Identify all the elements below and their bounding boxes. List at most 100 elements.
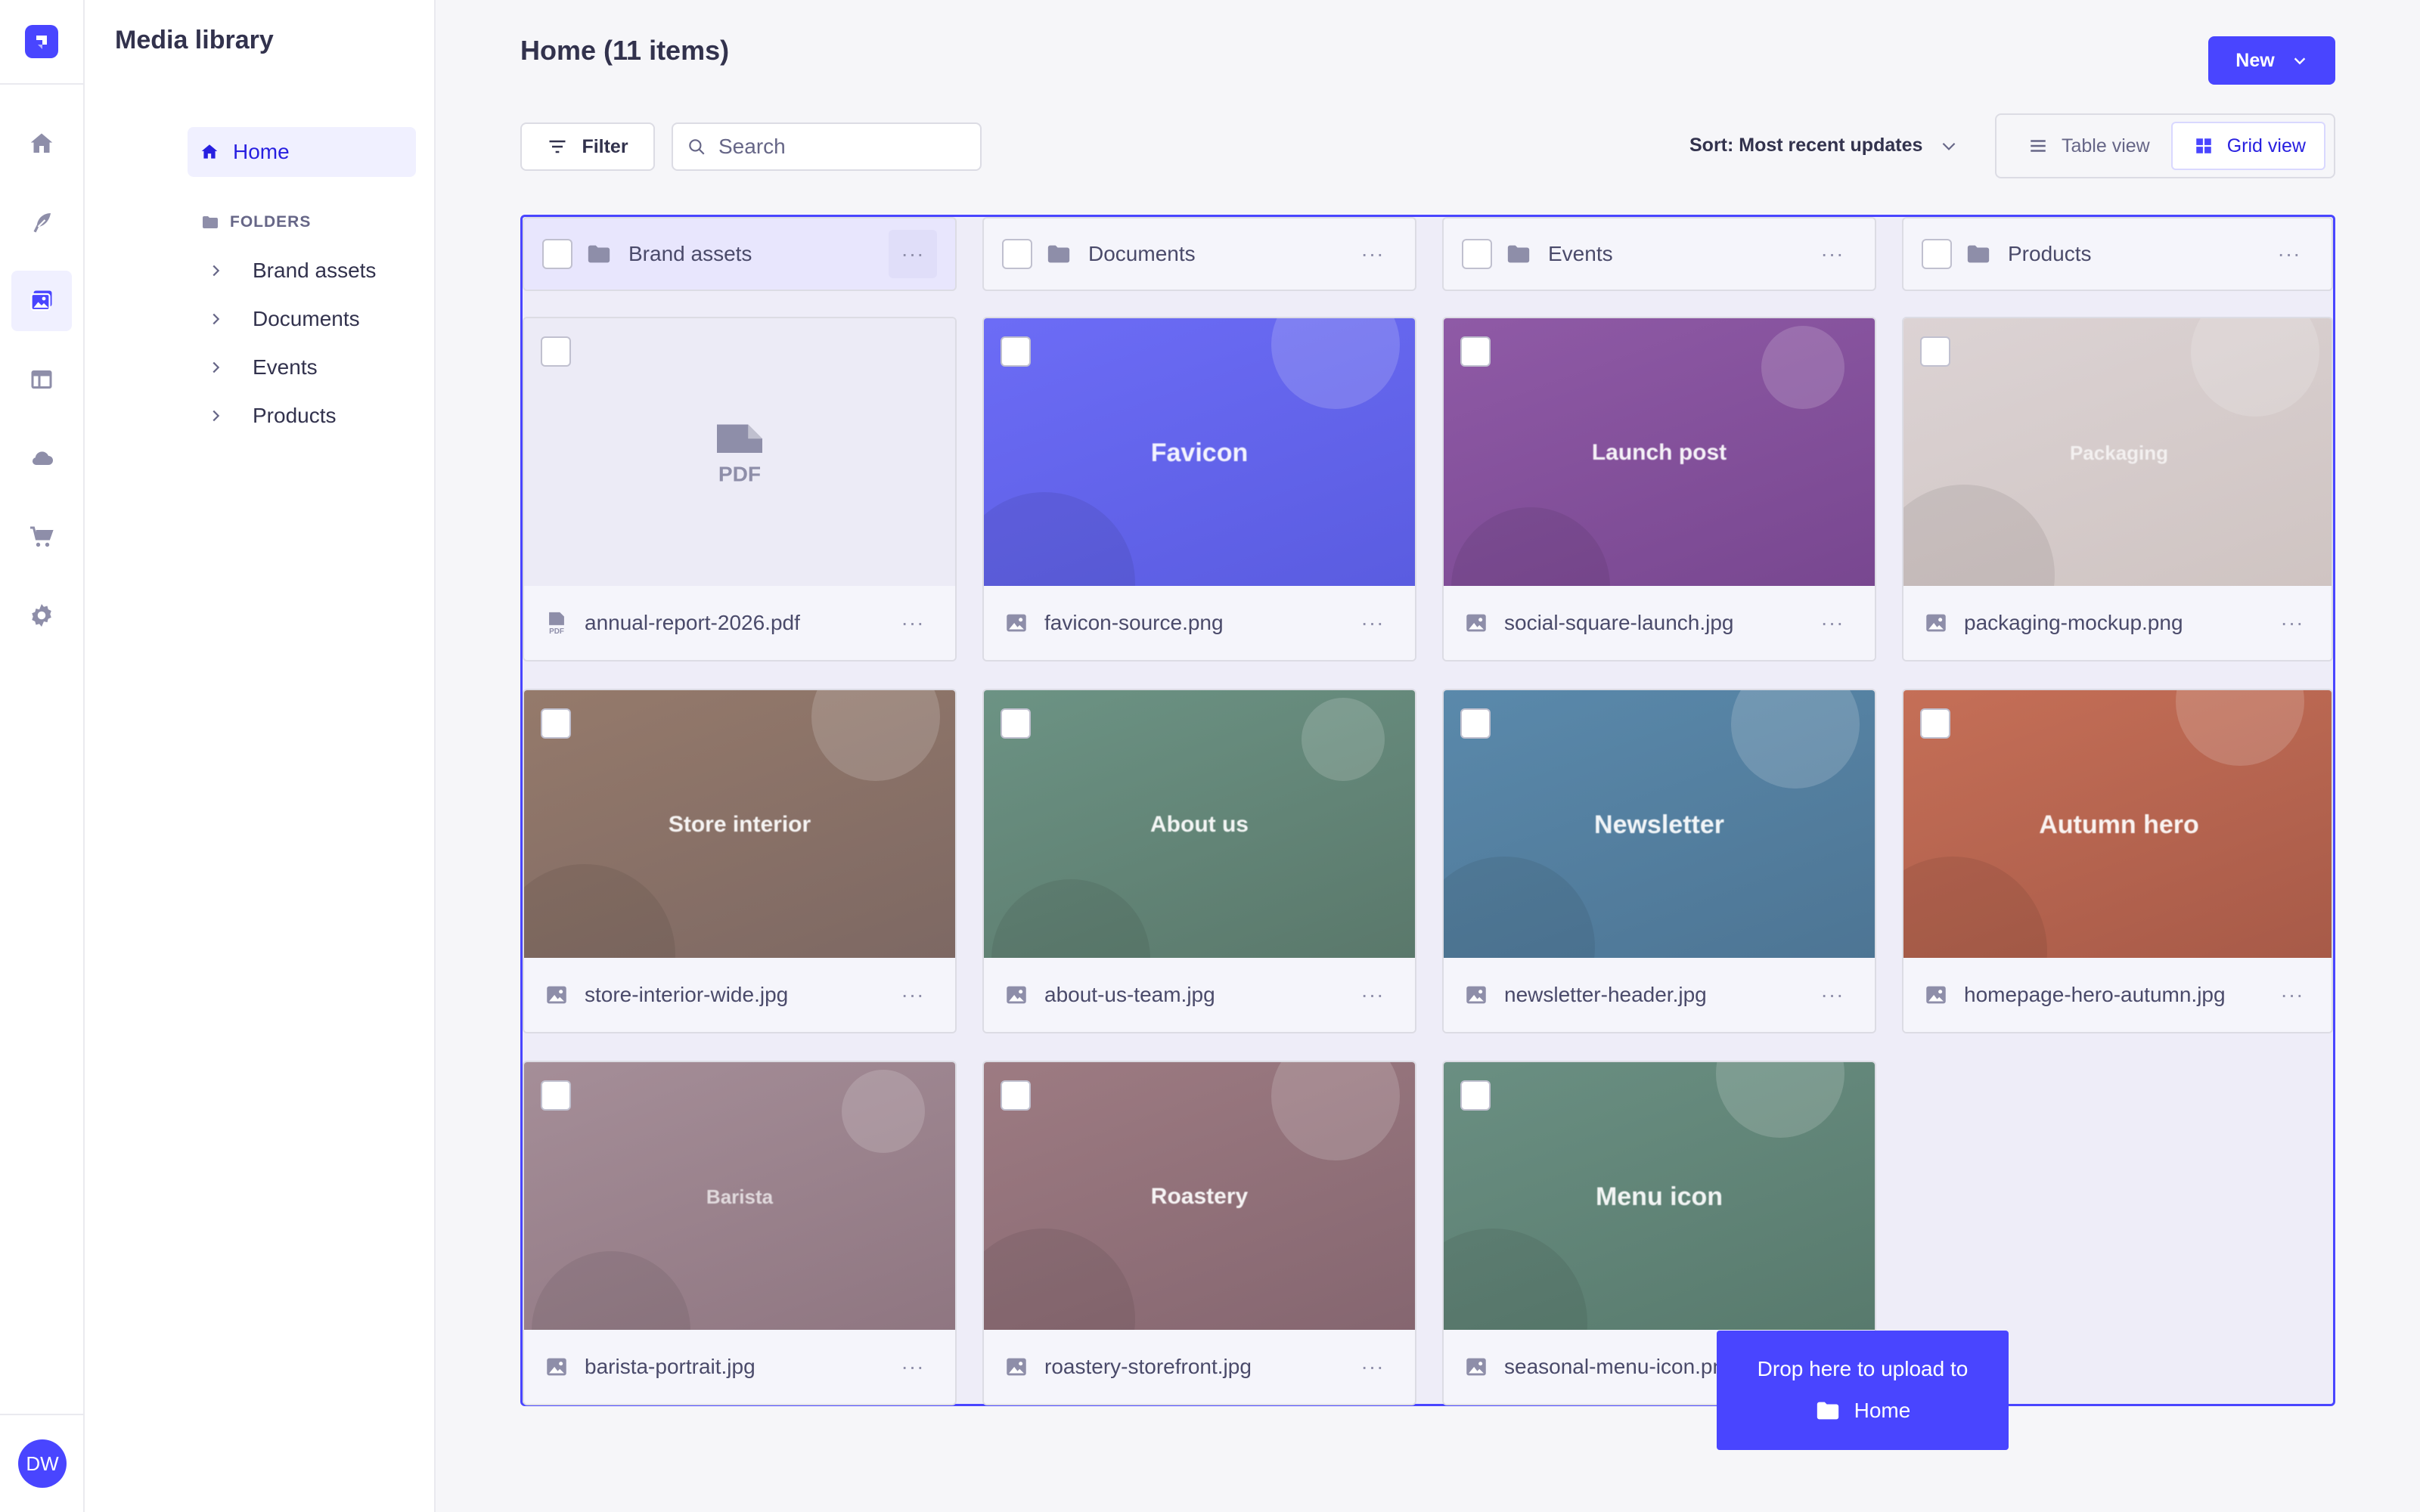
decorative-circle xyxy=(1444,1228,1587,1331)
asset-card[interactable]: Store interior store-interior-wide.jpg ··· xyxy=(523,689,957,1033)
asset-card[interactable]: PDFPDFPDFannual-report-2026.pdf··· xyxy=(523,317,957,662)
more-options-icon[interactable]: ··· xyxy=(1808,971,1857,1019)
folder-checkbox[interactable] xyxy=(542,239,572,269)
layout-icon[interactable] xyxy=(11,349,72,410)
more-options-icon[interactable]: ··· xyxy=(1348,1343,1397,1391)
asset-card[interactable]: Barista barista-portrait.jpg ··· xyxy=(523,1061,957,1405)
more-options-icon[interactable]: ··· xyxy=(889,599,937,647)
asset-preview[interactable]: Packaging xyxy=(1903,318,2332,587)
asset-preview[interactable]: Roastery xyxy=(984,1062,1415,1331)
user-menu[interactable]: DW xyxy=(0,1414,85,1512)
more-options-icon[interactable]: ··· xyxy=(1348,971,1397,1019)
chevron-right-icon[interactable] xyxy=(207,311,224,327)
folder-tree-item-brand-assets[interactable]: Brand assets xyxy=(188,246,416,295)
folder-card-products[interactable]: Products ··· xyxy=(1902,217,2333,291)
cloud-icon[interactable] xyxy=(11,428,72,488)
asset-checkbox[interactable] xyxy=(1460,708,1491,739)
asset-preview[interactable]: Autumn hero xyxy=(1903,690,2332,959)
decorative-circle xyxy=(984,1228,1135,1331)
settings-icon[interactable] xyxy=(11,585,72,646)
asset-checkbox[interactable] xyxy=(541,1080,571,1111)
more-options-icon[interactable]: ··· xyxy=(2265,230,2313,278)
folder-tree-item-events[interactable]: Events xyxy=(188,343,416,392)
more-options-icon[interactable]: ··· xyxy=(2268,971,2316,1019)
asset-preview[interactable]: Newsletter xyxy=(1444,690,1875,959)
asset-preview[interactable]: Store interior xyxy=(524,690,955,959)
asset-checkbox[interactable] xyxy=(1920,336,1950,367)
folder-icon xyxy=(586,241,612,267)
more-options-icon[interactable]: ··· xyxy=(889,230,937,278)
asset-checkbox[interactable] xyxy=(1001,336,1031,367)
asset-card[interactable]: Launch post social-square-launch.jpg ··· xyxy=(1442,317,1876,662)
asset-checkbox[interactable] xyxy=(541,708,571,739)
asset-checkbox[interactable] xyxy=(1920,708,1950,739)
folder-card-brand-assets[interactable]: Brand assets ··· xyxy=(523,217,957,291)
decorative-circle xyxy=(991,879,1150,959)
asset-preview[interactable]: PDFPDF xyxy=(524,318,955,587)
asset-drop-zone[interactable]: Brand assets ··· Documents ··· Events ··… xyxy=(520,215,2335,1406)
chevron-down-icon xyxy=(2294,57,2305,65)
asset-checkbox[interactable] xyxy=(1460,336,1491,367)
search-input[interactable] xyxy=(718,135,960,159)
asset-footer: about-us-team.jpg ··· xyxy=(984,958,1415,1032)
decorative-circle xyxy=(2191,318,2319,417)
more-options-icon[interactable]: ··· xyxy=(1348,230,1397,278)
filter-button[interactable]: Filter xyxy=(520,122,655,171)
folder-card-events[interactable]: Events ··· xyxy=(1442,217,1876,291)
more-options-icon[interactable]: ··· xyxy=(889,1343,937,1391)
asset-card[interactable]: About us about-us-team.jpg ··· xyxy=(982,689,1416,1033)
more-options-icon[interactable]: ··· xyxy=(1808,599,1857,647)
filter-button-label: Filter xyxy=(582,135,628,157)
asset-card[interactable]: Autumn hero homepage-hero-autumn.jpg ··· xyxy=(1902,689,2333,1033)
asset-preview[interactable]: Favicon xyxy=(984,318,1415,587)
chevron-right-icon[interactable] xyxy=(207,262,224,279)
new-button[interactable]: New xyxy=(2208,36,2335,85)
asset-preview[interactable]: Barista xyxy=(524,1062,955,1331)
decorative-circle xyxy=(1903,857,2047,959)
more-options-icon[interactable]: ··· xyxy=(2268,599,2316,647)
pdf-file-icon: PDF xyxy=(717,424,762,486)
logo-mark xyxy=(25,25,58,58)
image-icon xyxy=(547,1358,566,1376)
asset-checkbox[interactable] xyxy=(541,336,571,367)
grid-view-button[interactable]: Grid view xyxy=(2170,122,2325,170)
more-options-icon[interactable]: ··· xyxy=(1808,230,1857,278)
media-library-icon[interactable] xyxy=(11,271,72,331)
asset-preview[interactable]: About us xyxy=(984,690,1415,959)
sort-select[interactable]: Sort: Most recent updates xyxy=(1689,135,1959,156)
folder-checkbox[interactable] xyxy=(1002,239,1032,269)
chevron-right-icon[interactable] xyxy=(207,359,224,376)
app-logo[interactable] xyxy=(0,0,84,85)
cart-icon[interactable] xyxy=(11,507,72,567)
search-field[interactable] xyxy=(672,122,982,171)
asset-card[interactable]: Packaging packaging-mockup.png ··· xyxy=(1902,317,2333,662)
more-options-icon[interactable]: ··· xyxy=(1348,599,1397,647)
subnav-item-home[interactable]: Home xyxy=(188,127,416,177)
home-icon[interactable] xyxy=(11,113,72,174)
folder-tree-item-documents[interactable]: Documents xyxy=(188,295,416,343)
asset-checkbox[interactable] xyxy=(1001,1080,1031,1111)
svg-text:PDF: PDF xyxy=(718,463,761,486)
folder-tree-label: Documents xyxy=(253,307,360,330)
asset-filename: social-square-launch.jpg xyxy=(1504,611,1734,634)
feather-icon[interactable] xyxy=(11,192,72,253)
folder-checkbox[interactable] xyxy=(1462,239,1492,269)
chevron-right-icon[interactable] xyxy=(207,407,224,424)
folder-tree-item-products[interactable]: Products xyxy=(188,392,416,440)
avatar[interactable]: DW xyxy=(18,1439,67,1488)
folder-card-documents[interactable]: Documents ··· xyxy=(982,217,1416,291)
asset-card[interactable]: Newsletter newsletter-header.jpg ··· xyxy=(1442,689,1876,1033)
filter-icon xyxy=(549,140,566,153)
asset-card[interactable]: Roastery roastery-storefront.jpg ··· xyxy=(982,1061,1416,1405)
table-view-button[interactable]: Table view xyxy=(2003,122,2168,170)
asset-checkbox[interactable] xyxy=(1001,708,1031,739)
asset-card[interactable]: Favicon favicon-source.png ··· xyxy=(982,317,1416,662)
media-library-subnav: Media library Home FOLDERS Brand assets … xyxy=(85,0,436,1512)
asset-checkbox[interactable] xyxy=(1460,1080,1491,1111)
asset-preview[interactable]: Launch post xyxy=(1444,318,1875,587)
more-options-icon[interactable]: ··· xyxy=(889,971,937,1019)
folder-checkbox[interactable] xyxy=(1922,239,1952,269)
asset-preview[interactable]: Menu icon xyxy=(1444,1062,1875,1331)
media-library-app: DW Media library Home FOLDERS Brand asse… xyxy=(0,0,2420,1512)
folder-name: Events xyxy=(1548,242,1613,265)
